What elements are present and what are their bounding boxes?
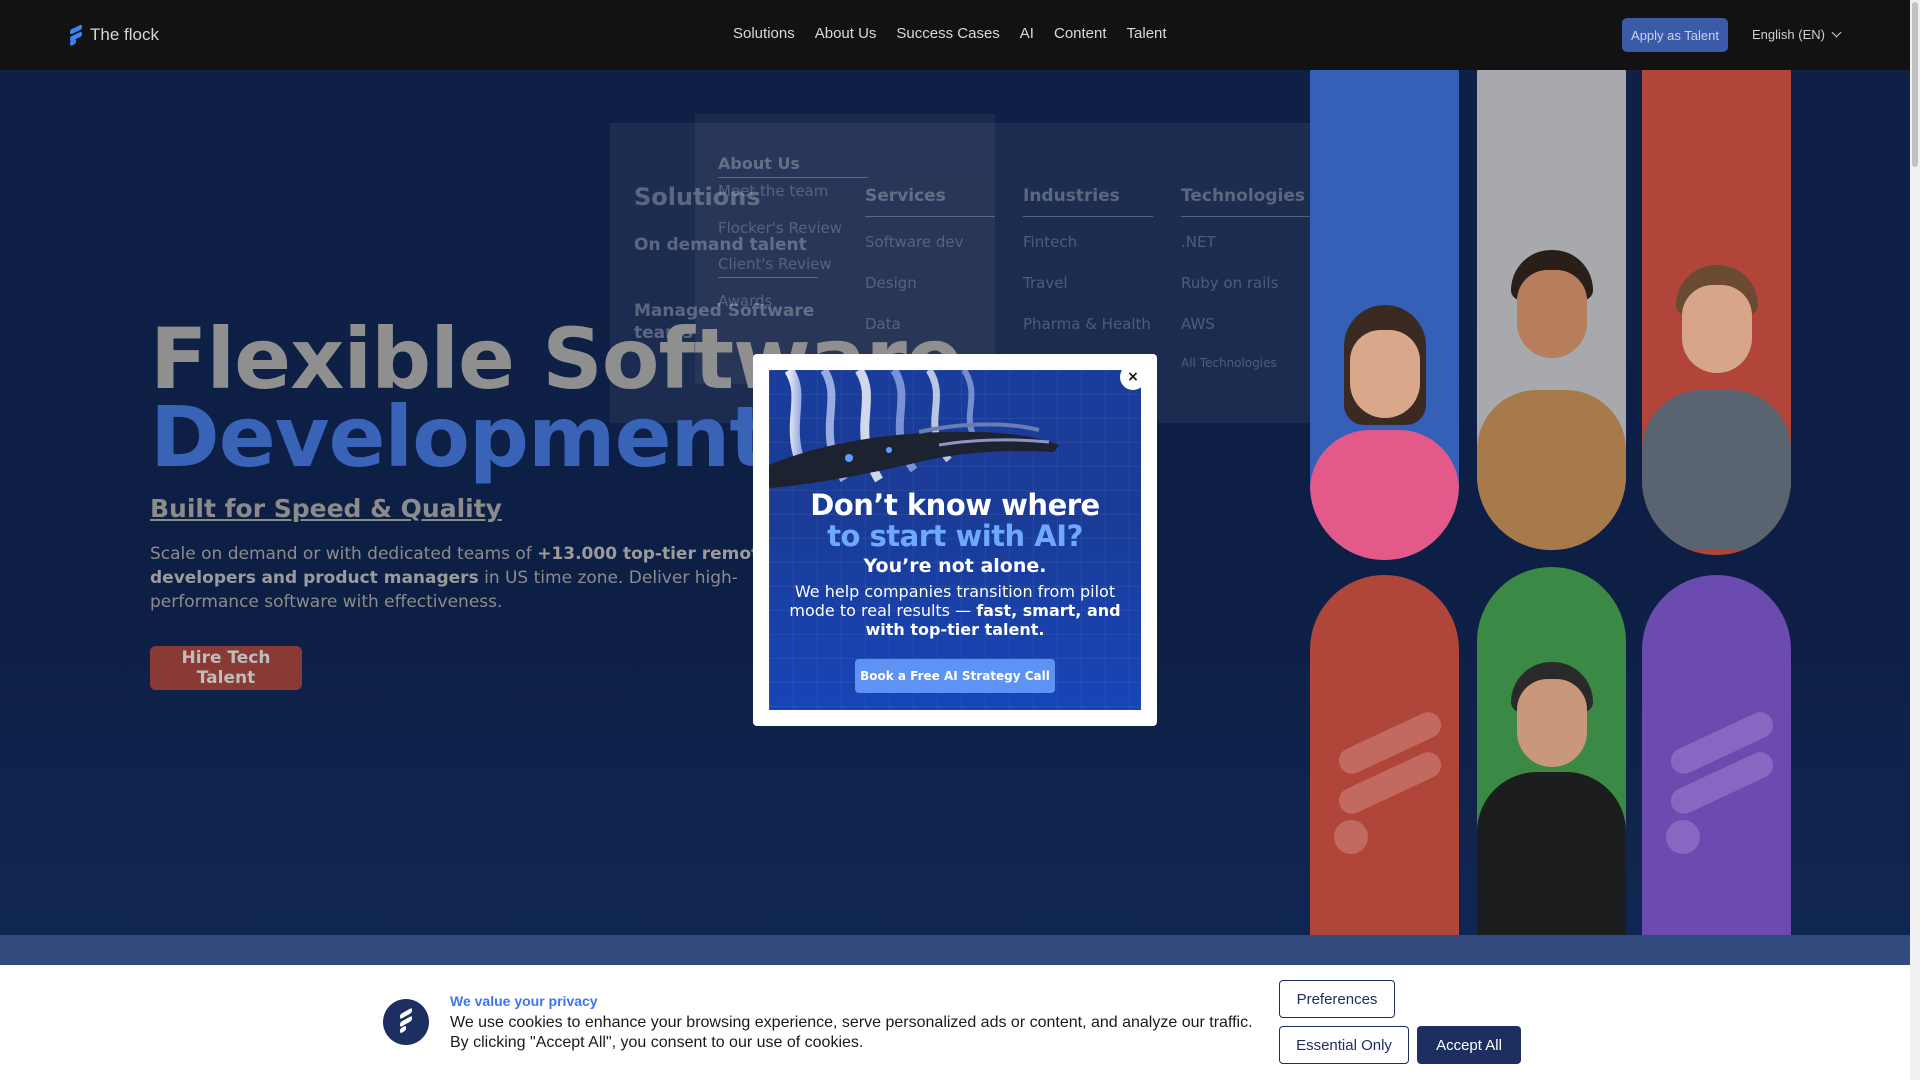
cookie-title: We value your privacy [450, 993, 598, 1009]
nav-ai[interactable]: AI [1020, 25, 1034, 42]
mega-about-item[interactable]: Awards [718, 292, 772, 310]
mega-tech-item[interactable]: AWS [1181, 315, 1215, 333]
apply-as-talent-button[interactable]: Apply as Talent [1622, 18, 1728, 52]
ai-promo-banner: Don’t know where to start with AI? You’r… [769, 370, 1141, 710]
flock-logo-icon [383, 999, 429, 1045]
site-header: The flock Solutions About Us Success Cas… [0, 0, 1910, 70]
hero-description: Scale on demand or with dedicated teams … [150, 544, 771, 612]
mega-tech-item[interactable]: All Technologies [1181, 356, 1277, 370]
promo-headline-line1: Don’t know where [810, 488, 1100, 522]
portrait-card [1477, 70, 1626, 550]
section-band [0, 935, 1910, 965]
hero-subtitle: Built for Speed & Quality [150, 494, 502, 523]
nav-solutions[interactable]: Solutions [733, 25, 795, 42]
preferences-button[interactable]: Preferences [1279, 980, 1395, 1018]
portrait-card [1310, 70, 1459, 560]
nav-about-us[interactable]: About Us [815, 25, 877, 42]
mega-about-item[interactable]: Meet the team [718, 182, 828, 200]
mega-about-item[interactable]: Client's Review [718, 255, 832, 273]
mega-tech-item[interactable]: Ruby on rails [1181, 274, 1278, 292]
cookie-consent-bar: We value your privacy We use cookies to … [0, 965, 1910, 1080]
mega-industries-title: Industries [1023, 186, 1120, 206]
logo-text: The flock [90, 25, 159, 44]
essential-only-button[interactable]: Essential Only [1279, 1026, 1409, 1064]
accept-all-button[interactable]: Accept All [1417, 1026, 1521, 1064]
mega-tech-item[interactable]: .NET [1181, 233, 1216, 251]
promo-headline-line3: You’re not alone. [863, 555, 1047, 577]
promo-headline-line2: to start with AI? [827, 519, 1083, 553]
nav-success-cases[interactable]: Success Cases [896, 25, 999, 42]
ai-promo-modal: Don’t know where to start with AI? You’r… [753, 354, 1157, 726]
book-ai-strategy-call-button[interactable]: Book a Free AI Strategy Call [855, 659, 1055, 693]
hire-tech-talent-button[interactable]: Hire Tech Talent [150, 646, 302, 690]
scrollbar-thumb[interactable] [1912, 2, 1918, 167]
mega-industries-item[interactable]: Pharma & Health [1023, 315, 1151, 333]
flock-logo-icon [70, 24, 82, 47]
mega-technologies-title: Technologies [1181, 186, 1305, 206]
nav-talent[interactable]: Talent [1127, 25, 1167, 42]
mega-industries-item[interactable]: Fintech [1023, 233, 1077, 251]
close-icon[interactable]: × [1120, 364, 1146, 390]
main-nav: Solutions About Us Success Cases AI Cont… [733, 25, 1167, 42]
portrait-card [1642, 70, 1791, 555]
cookie-text: We use cookies to enhance your browsing … [450, 1014, 1253, 1051]
mega-industries-item[interactable]: Travel [1023, 274, 1068, 292]
hero-title-line2: Development [150, 388, 770, 486]
promo-body: We help companies transition from pilot … [789, 582, 1121, 639]
nav-content[interactable]: Content [1054, 25, 1107, 42]
mega-about-title: About Us [718, 154, 800, 173]
decorative-card [1642, 575, 1791, 935]
language-selector[interactable]: English (EN) [1752, 27, 1842, 42]
language-label: English (EN) [1752, 27, 1825, 42]
portrait-card [1477, 567, 1626, 935]
decorative-card [1310, 575, 1459, 935]
robot-hand-illustration [769, 370, 1059, 488]
mega-about-item[interactable]: Flocker's Review [718, 219, 842, 237]
chevron-down-icon [1831, 27, 1842, 38]
logo[interactable]: The flock [70, 24, 159, 47]
